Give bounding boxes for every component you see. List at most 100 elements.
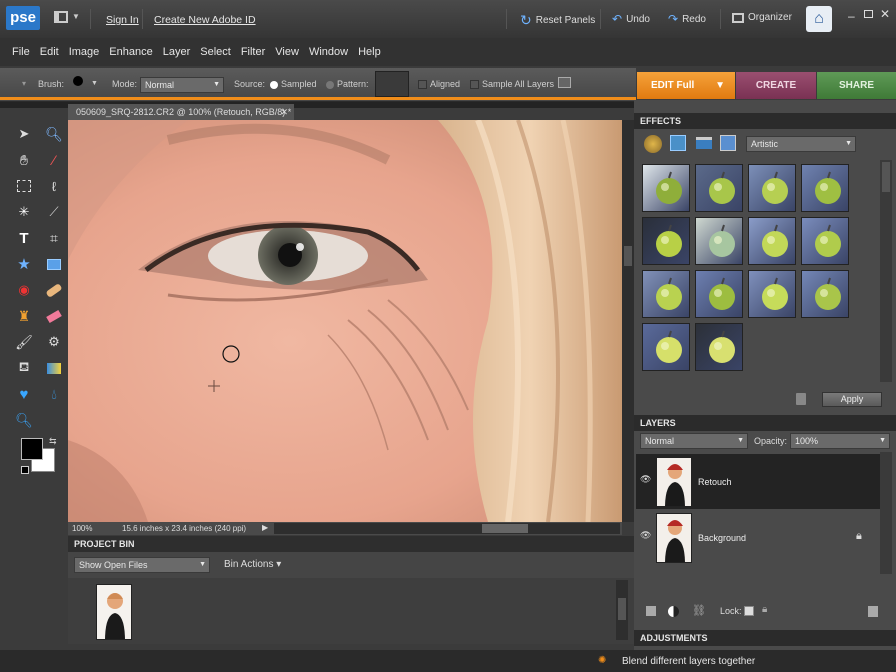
menu-image[interactable]: Image bbox=[69, 46, 100, 58]
marquee-tool-icon[interactable] bbox=[13, 176, 35, 196]
crop-tool-icon[interactable]: ⌗ bbox=[43, 228, 65, 248]
menu-edit[interactable]: Edit bbox=[40, 46, 59, 58]
effect-thumbnail[interactable] bbox=[642, 164, 690, 212]
effect-thumbnail[interactable] bbox=[748, 164, 796, 212]
effect-thumbnail[interactable] bbox=[748, 270, 796, 318]
maximize-icon[interactable] bbox=[864, 10, 873, 18]
magic-wand-tool-icon[interactable]: ✳ bbox=[13, 202, 35, 222]
hand-tool-icon[interactable]: ✋︎ bbox=[13, 150, 35, 170]
canvas-horizontal-scrollbar[interactable] bbox=[274, 523, 620, 534]
show-all-icon[interactable] bbox=[720, 135, 736, 151]
eyedropper-tool-icon[interactable]: ⁄ bbox=[43, 150, 65, 170]
bin-actions-menu[interactable]: Bin Actions ▾ bbox=[224, 559, 281, 570]
opacity-field[interactable]: 100% ▼ bbox=[790, 433, 890, 449]
bin-thumbnail[interactable] bbox=[96, 584, 132, 640]
photo-effects-icon[interactable] bbox=[696, 137, 712, 149]
edit-full-tab[interactable]: EDIT Full ▼ bbox=[637, 72, 735, 99]
undo-button[interactable]: ↶ Undo bbox=[612, 12, 650, 26]
apply-button[interactable]: Apply bbox=[822, 392, 882, 407]
swap-colors-icon[interactable]: ⇆ bbox=[49, 436, 57, 447]
effect-thumbnail[interactable] bbox=[695, 323, 743, 371]
eye-icon[interactable]: 👁︎ bbox=[640, 530, 651, 544]
overlay-icon[interactable] bbox=[558, 77, 571, 88]
chevron-down-icon[interactable]: ▼ bbox=[72, 12, 80, 21]
menu-layer[interactable]: Layer bbox=[163, 46, 191, 58]
menu-help[interactable]: Help bbox=[358, 46, 381, 58]
layer-styles-icon[interactable] bbox=[670, 135, 686, 151]
redo-button[interactable]: ↷ Redo bbox=[668, 12, 706, 26]
red-eye-tool-icon[interactable]: ◉ bbox=[13, 280, 35, 300]
aligned-checkbox[interactable]: Aligned bbox=[418, 79, 460, 90]
lock-all-icon[interactable]: 🔒︎ bbox=[762, 604, 767, 615]
link-icon[interactable]: ⛓ bbox=[692, 604, 706, 617]
effect-thumbnail[interactable] bbox=[642, 217, 690, 265]
sampled-radio[interactable]: Sampled bbox=[270, 79, 317, 89]
layers-scrollbar[interactable] bbox=[880, 452, 892, 574]
clone-stamp-tool-icon[interactable]: ♜ bbox=[13, 306, 35, 326]
smart-brush-tool-icon[interactable]: ⚙ bbox=[43, 332, 65, 352]
play-icon[interactable]: ▶ bbox=[262, 523, 268, 532]
organizer-button[interactable]: Organizer bbox=[732, 12, 792, 23]
bin-scrollbar[interactable] bbox=[616, 580, 628, 640]
layer-row-background[interactable]: 👁︎ Background 🔒︎ bbox=[636, 510, 880, 565]
menu-filter[interactable]: Filter bbox=[241, 46, 265, 58]
menu-view[interactable]: View bbox=[275, 46, 299, 58]
paint-bucket-tool-icon[interactable]: ⛾ bbox=[13, 358, 35, 378]
show-files-select[interactable]: Show Open Files ▼ bbox=[74, 557, 210, 573]
pattern-swatch[interactable] bbox=[375, 71, 409, 97]
minimize-icon[interactable]: – bbox=[848, 9, 855, 23]
home-button[interactable]: ⌂ bbox=[806, 6, 832, 32]
effect-thumbnail[interactable] bbox=[801, 164, 849, 212]
menu-window[interactable]: Window bbox=[309, 46, 348, 58]
menu-select[interactable]: Select bbox=[200, 46, 231, 58]
eye-icon[interactable]: 👁︎ bbox=[640, 474, 651, 488]
layout-icon[interactable] bbox=[54, 11, 68, 23]
effect-thumbnail[interactable] bbox=[801, 217, 849, 265]
effects-scrollbar[interactable] bbox=[880, 160, 892, 382]
type-tool-icon[interactable]: T bbox=[13, 228, 35, 248]
filters-icon[interactable] bbox=[644, 135, 662, 153]
blend-mode-select[interactable]: Normal ▼ bbox=[640, 433, 748, 449]
reset-panels-button[interactable]: ↻ Reset Panels bbox=[520, 12, 595, 29]
zoom-tool-icon[interactable]: 🔍︎ bbox=[43, 124, 65, 144]
lock-transparency-icon[interactable] bbox=[744, 606, 754, 616]
shape-tool-icon[interactable]: ♥ bbox=[13, 384, 35, 404]
create-id-link[interactable]: Create New Adobe ID bbox=[154, 14, 256, 26]
effect-thumbnail[interactable] bbox=[695, 270, 743, 318]
trash-icon[interactable] bbox=[796, 393, 806, 405]
effect-thumbnail[interactable] bbox=[695, 164, 743, 212]
quick-selection-tool-icon[interactable]: ⟋ bbox=[43, 202, 65, 222]
effect-thumbnail[interactable] bbox=[642, 323, 690, 371]
gradient-tool-icon[interactable] bbox=[43, 358, 65, 378]
pattern-radio[interactable]: Pattern: bbox=[326, 79, 369, 89]
cookie-cutter-tool-icon[interactable]: ★ bbox=[13, 254, 35, 274]
close-icon[interactable]: ✕ bbox=[280, 104, 288, 120]
sign-in-link[interactable]: Sign In bbox=[106, 14, 139, 26]
blur-tool-icon[interactable]: 💧︎ bbox=[43, 384, 65, 404]
image-canvas[interactable] bbox=[68, 120, 622, 522]
lasso-tool-icon[interactable]: ℓ bbox=[43, 176, 65, 196]
create-tab[interactable]: CREATE bbox=[736, 72, 816, 99]
default-colors-icon[interactable] bbox=[21, 466, 29, 474]
effects-category-select[interactable]: Artistic ▼ bbox=[746, 136, 856, 152]
new-layer-icon[interactable] bbox=[646, 606, 656, 616]
move-tool-icon[interactable]: ➤ bbox=[13, 124, 35, 144]
effect-thumbnail[interactable] bbox=[695, 217, 743, 265]
layer-row-retouch[interactable]: 👁︎ Retouch bbox=[636, 454, 880, 509]
eraser-tool-icon[interactable] bbox=[43, 306, 65, 326]
brush-tool-icon[interactable]: 🖌︎ bbox=[13, 332, 35, 352]
canvas-vertical-scrollbar[interactable] bbox=[622, 120, 634, 522]
foreground-color-swatch[interactable] bbox=[21, 438, 43, 460]
chevron-down-icon[interactable]: ▼ bbox=[91, 80, 98, 87]
mode-select[interactable]: Normal ▼ bbox=[140, 77, 224, 93]
sponge-tool-icon[interactable]: 🔍︎ bbox=[13, 410, 35, 430]
document-tab[interactable]: 050609_SRQ-2812.CR2 @ 100% (Retouch, RGB… bbox=[68, 104, 294, 120]
close-icon[interactable]: ✕ bbox=[880, 7, 890, 21]
straighten-tool-icon[interactable] bbox=[43, 254, 65, 274]
sample-all-layers-checkbox[interactable]: Sample All Layers bbox=[470, 79, 554, 90]
zoom-level[interactable]: 100% bbox=[72, 524, 92, 533]
effect-thumbnail[interactable] bbox=[801, 270, 849, 318]
menu-file[interactable]: File bbox=[12, 46, 30, 58]
brush-preview[interactable] bbox=[73, 76, 83, 86]
menu-enhance[interactable]: Enhance bbox=[109, 46, 152, 58]
